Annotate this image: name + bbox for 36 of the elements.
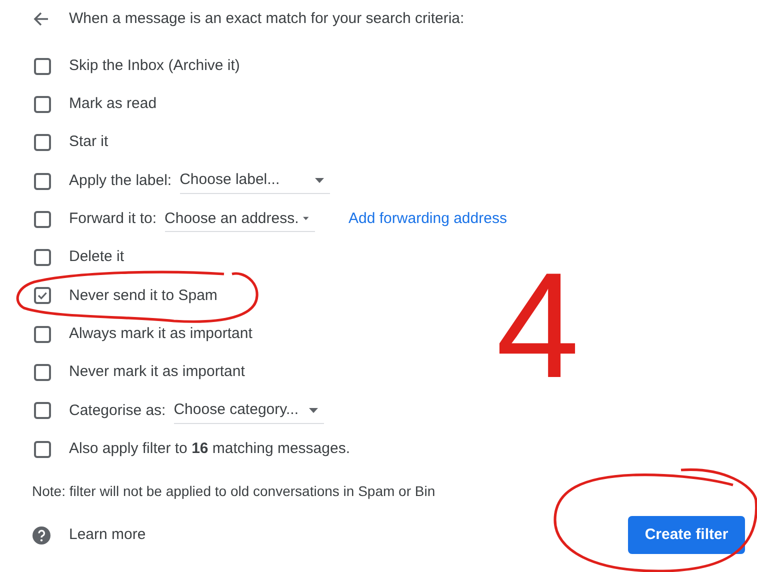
dropdown[interactable]: Choose an address. (164, 206, 315, 232)
checkbox[interactable] (34, 440, 51, 458)
checkbox[interactable] (34, 134, 51, 152)
option-label: Mark as read (69, 94, 157, 114)
caret-icon (314, 178, 324, 184)
checkbox[interactable] (34, 249, 51, 266)
note-text: Note: filter will not be applied to old conversations in Spam or Bin (32, 482, 436, 501)
checkbox[interactable] (34, 287, 51, 304)
option-label: Categorise as: (69, 400, 166, 421)
help-icon (32, 526, 51, 545)
option-label: Skip the Inbox (Archive it) (69, 56, 240, 76)
dropdown[interactable]: Choose label... (180, 168, 330, 194)
checkbox[interactable] (34, 364, 51, 382)
checkbox[interactable] (34, 210, 51, 228)
create-filter-button[interactable]: Create filter (628, 516, 745, 554)
caret-icon (302, 216, 309, 222)
option-label: Apply the label: (69, 170, 172, 191)
option-label: Never send it to Spam (69, 286, 218, 306)
checkbox[interactable] (34, 96, 51, 113)
option-label: Delete it (69, 247, 124, 268)
option-label: Also apply filter to 16 matching messages. (69, 438, 350, 459)
checkbox[interactable] (34, 402, 51, 420)
option-label: Always mark it as important (69, 324, 252, 344)
learn-more-link[interactable]: Learn more (69, 524, 146, 547)
dropdown[interactable]: Choose category... (174, 398, 324, 424)
caret-icon (308, 408, 318, 413)
header-text: When a message is an exact match for your search criteria: (69, 8, 464, 29)
checkbox[interactable] (34, 172, 51, 190)
option-label: Never mark it as important (69, 362, 245, 382)
option-label: Star it (69, 132, 108, 152)
back-arrow-icon[interactable] (33, 11, 49, 27)
annotation-number: 4 (496, 250, 580, 400)
checkbox[interactable] (34, 326, 51, 343)
add-forwarding-link[interactable]: Add forwarding address (348, 208, 507, 231)
option-label: Forward it to: (69, 209, 157, 230)
checkbox[interactable] (34, 58, 51, 75)
